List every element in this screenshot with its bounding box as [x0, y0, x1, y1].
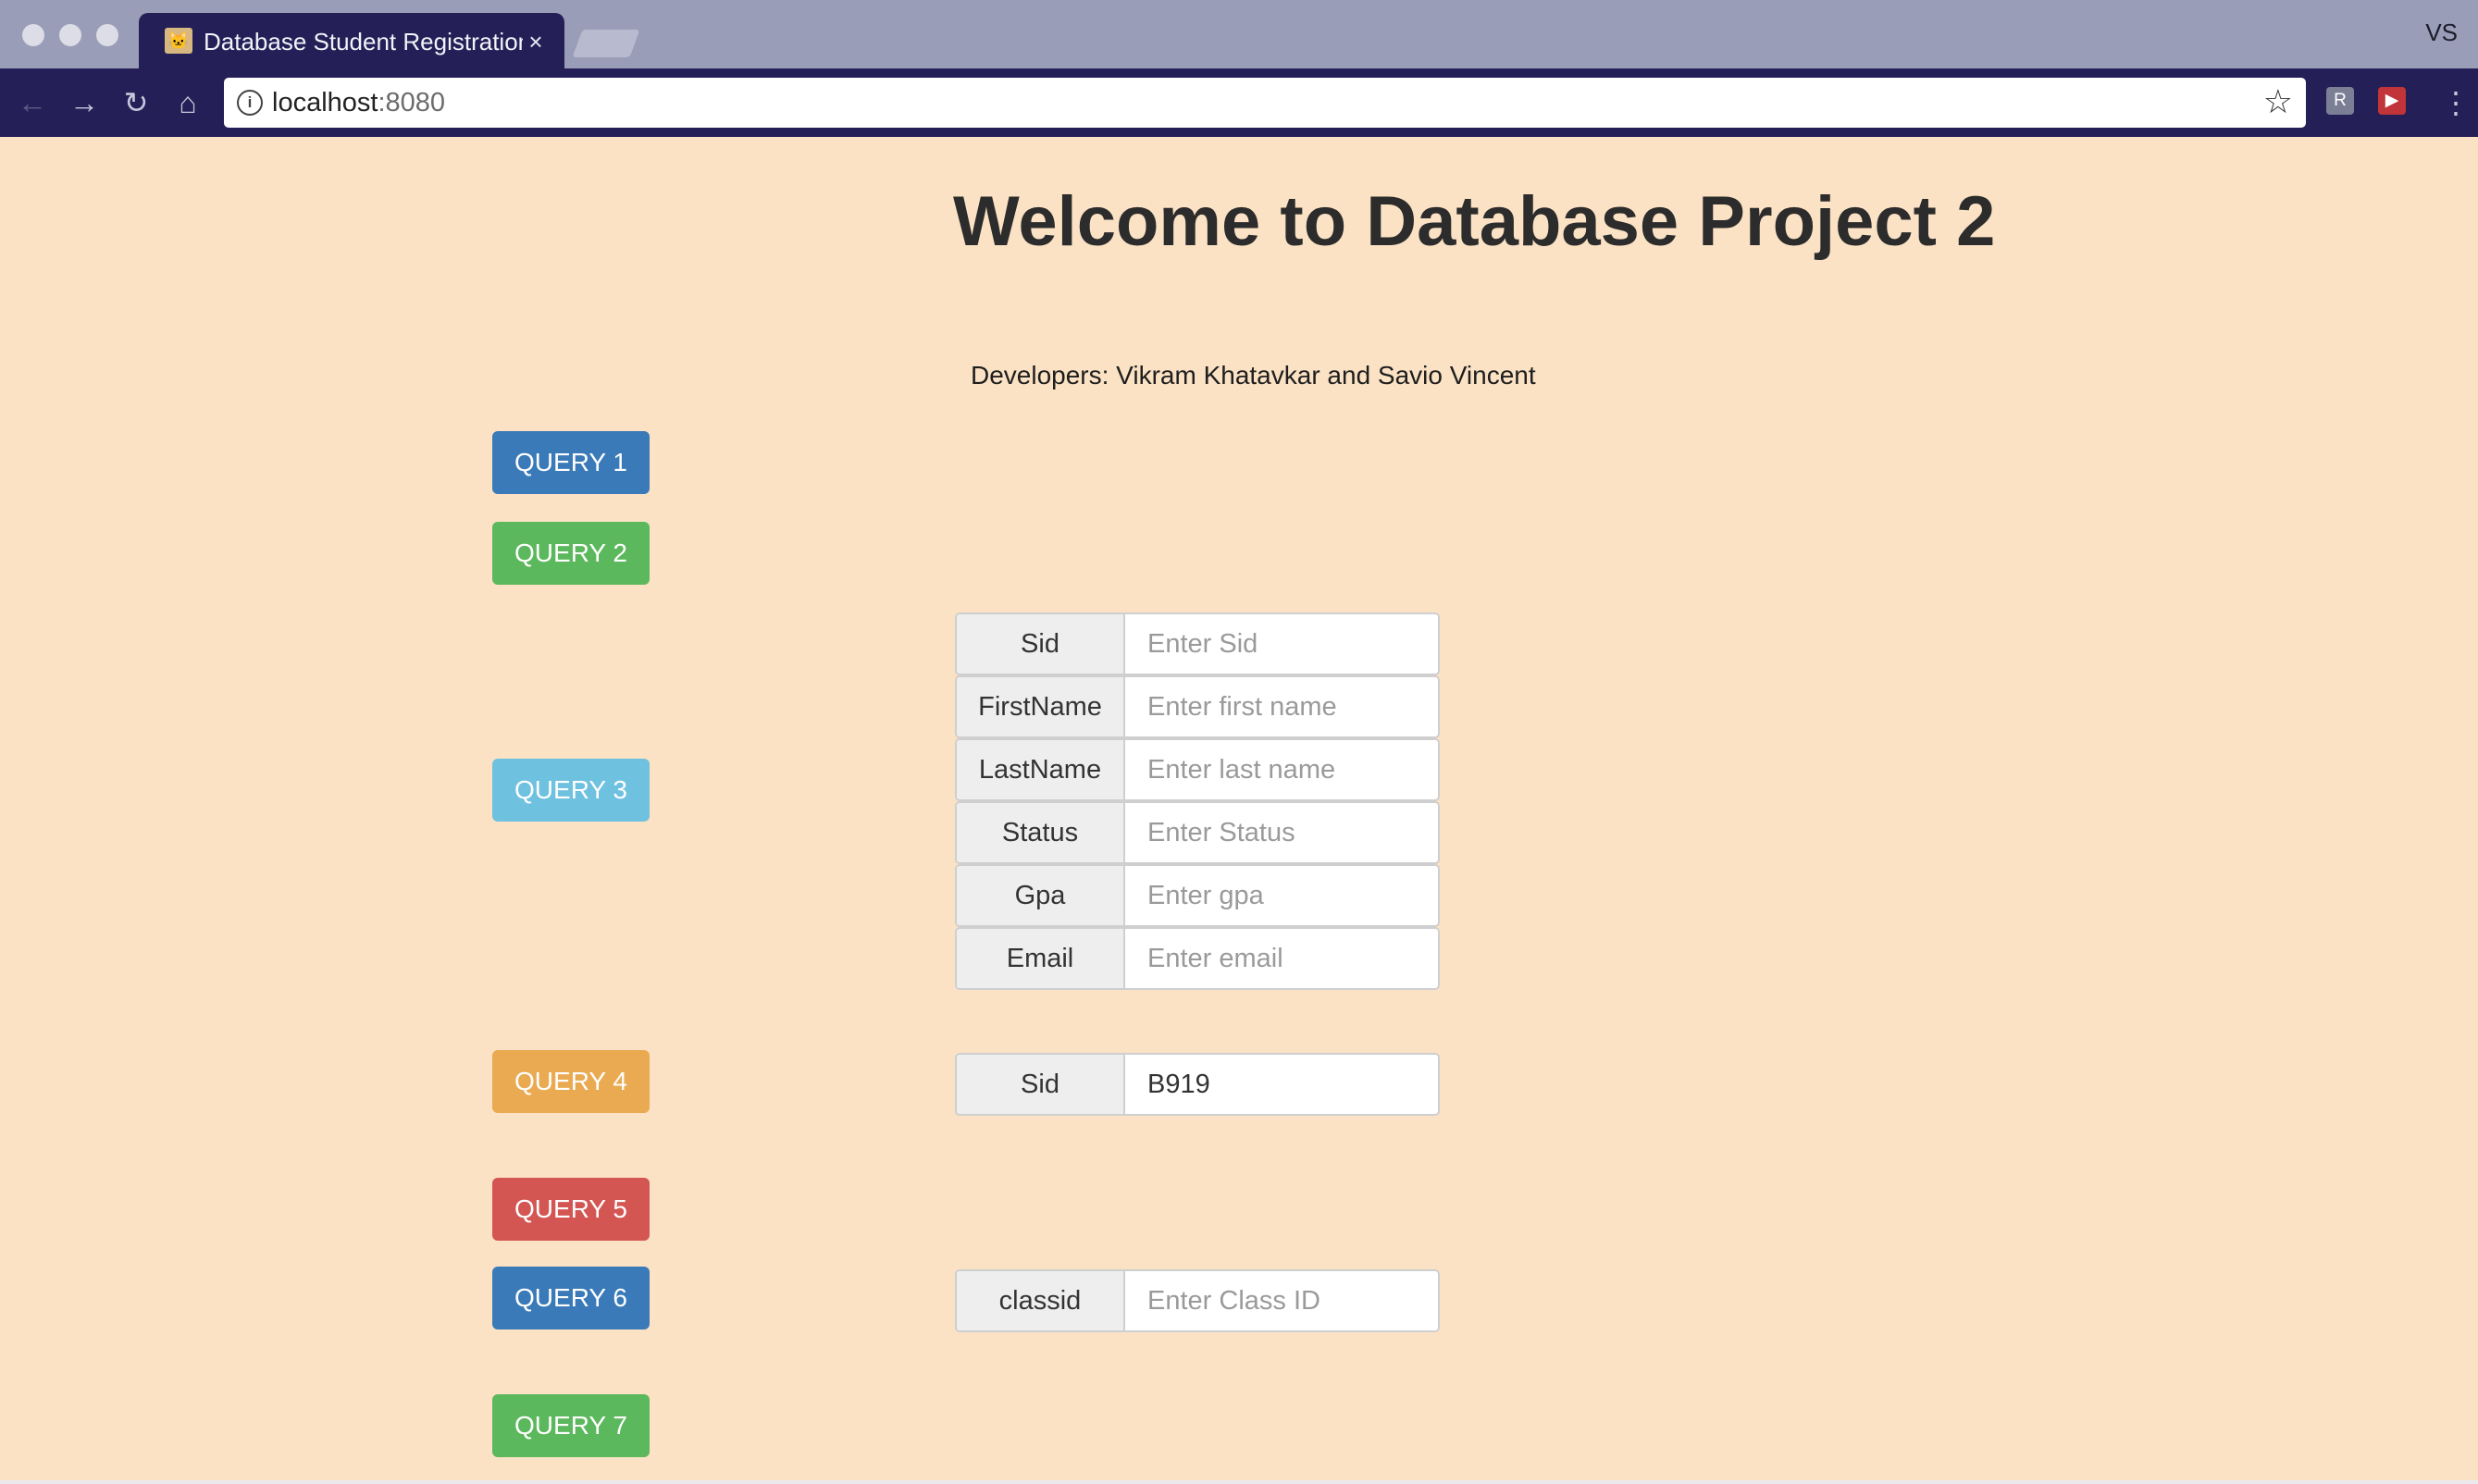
query-2-button[interactable]: QUERY 2 [492, 522, 650, 585]
query4-sid-label: Sid [957, 1055, 1125, 1114]
extension-media-icon[interactable]: ▶ [2378, 87, 2406, 115]
lastname-field-group: LastName [955, 738, 1440, 801]
firstname-input[interactable] [1125, 677, 1436, 736]
query4-sid-field-group: Sid [955, 1053, 1440, 1116]
browser-titlebar: 🐱 Database Student Registration × VS [0, 0, 2478, 68]
page-title: Welcome to Database Project 2 [953, 182, 1996, 261]
address-bar[interactable]: i localhost:8080 ☆ [224, 78, 2306, 128]
email-field-group: Email [955, 927, 1440, 990]
sid-input[interactable] [1125, 614, 1436, 674]
email-label: Email [957, 929, 1125, 988]
window-bottom-edge [0, 1480, 2478, 1484]
status-label: Status [957, 803, 1125, 862]
gpa-input[interactable] [1125, 866, 1436, 925]
query-1-button[interactable]: QUERY 1 [492, 431, 650, 494]
firstname-label: FirstName [957, 677, 1125, 736]
gpa-field-group: Gpa [955, 864, 1440, 927]
back-arrow-icon[interactable]: ← [13, 83, 52, 122]
window-close-dot[interactable] [22, 24, 44, 46]
forward-arrow-icon[interactable]: → [65, 83, 104, 122]
lastname-label: LastName [957, 740, 1125, 799]
bookmark-star-icon[interactable]: ☆ [2263, 83, 2293, 120]
email-input[interactable] [1125, 929, 1436, 988]
query-3-button[interactable]: QUERY 3 [492, 759, 650, 822]
firstname-field-group: FirstName [955, 675, 1440, 738]
browser-menu-icon[interactable]: ⋮ [2441, 83, 2471, 122]
extension-r-icon[interactable]: R [2326, 87, 2354, 115]
url-text[interactable]: localhost:8080 [272, 87, 445, 118]
tab-title: Database Student Registration [204, 28, 523, 56]
tomcat-favicon-icon: 🐱 [165, 28, 192, 54]
tab-close-icon[interactable]: × [522, 26, 550, 57]
info-icon[interactable]: i [237, 90, 263, 116]
status-input[interactable] [1125, 803, 1436, 862]
new-tab-button[interactable] [572, 30, 640, 57]
sid-label: Sid [957, 614, 1125, 674]
query-7-button[interactable]: QUERY 7 [492, 1394, 650, 1457]
browser-tab-active[interactable]: 🐱 Database Student Registration × [139, 13, 564, 68]
classid-field-group: classid [955, 1269, 1440, 1332]
window-zoom-dot[interactable] [96, 24, 118, 46]
classid-label: classid [957, 1271, 1125, 1330]
developers-credit: Developers: Vikram Khatavkar and Savio V… [971, 361, 1536, 390]
sid-field-group: Sid [955, 612, 1440, 675]
status-field-group: Status [955, 801, 1440, 864]
query-6-button[interactable]: QUERY 6 [492, 1267, 650, 1329]
window-minimize-dot[interactable] [59, 24, 81, 46]
reload-icon[interactable]: ↻ [117, 83, 155, 122]
query4-sid-input[interactable] [1125, 1055, 1436, 1114]
query-5-button[interactable]: QUERY 5 [492, 1178, 650, 1241]
classid-input[interactable] [1125, 1271, 1436, 1330]
home-icon[interactable]: ⌂ [168, 83, 207, 122]
query-4-button[interactable]: QUERY 4 [492, 1050, 650, 1113]
browser-toolbar: ← → ↻ ⌂ i localhost:8080 ☆ R ▶ ⋮ [0, 68, 2478, 137]
lastname-input[interactable] [1125, 740, 1436, 799]
gpa-label: Gpa [957, 866, 1125, 925]
profile-initials[interactable]: VS [2425, 19, 2458, 47]
